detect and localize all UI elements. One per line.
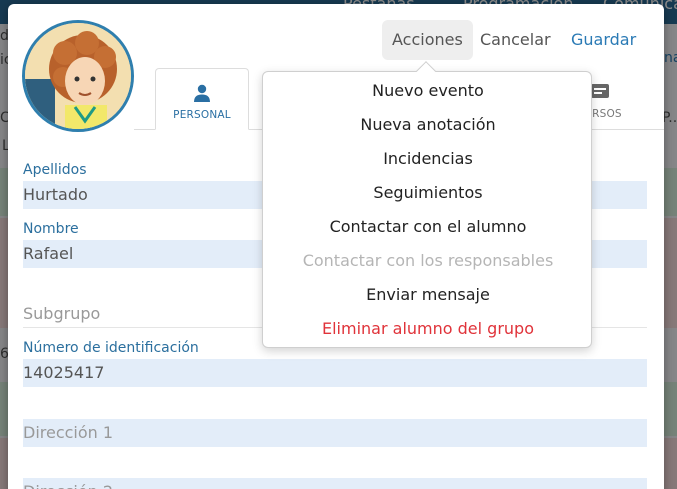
direccion-1-field[interactable]: Dirección 1 [23,419,647,447]
menu-item-seguimientos[interactable]: Seguimientos [263,176,593,210]
actions-button[interactable]: Acciones [382,20,473,60]
menu-item-nueva-anotacion[interactable]: Nueva anotación [263,108,593,142]
numero-identificacion-field[interactable]: 14025417 [23,359,647,387]
menu-item-nuevo-evento[interactable]: Nuevo evento [263,74,593,108]
student-avatar [22,20,134,132]
message-icon [591,84,609,98]
direccion-2-field[interactable]: Dirección 2 [23,478,647,489]
person-icon [194,84,210,102]
menu-item-contactar-responsables: Contactar con los responsables [302,251,554,270]
menu-item-contactar-alumno[interactable]: Contactar con el alumno [263,210,593,244]
tab-personal[interactable]: PERSONAL [155,68,249,130]
save-button[interactable]: Guardar [561,20,646,60]
actions-menu: Nuevo evento Nueva anotación Incidencias… [262,71,592,348]
nombre-label: Nombre [23,221,79,237]
apellidos-label: Apellidos [23,162,87,178]
tab-label: PERSONAL [173,109,231,121]
menu-item-incidencias[interactable]: Incidencias [263,142,593,176]
menu-item-eliminar-alumno[interactable]: Eliminar alumno del grupo [263,312,593,346]
numero-identificacion-label: Número de identificación [23,340,199,356]
cancel-button[interactable]: Cancelar [470,20,561,60]
menu-item-enviar-mensaje[interactable]: Enviar mensaje [263,278,593,312]
